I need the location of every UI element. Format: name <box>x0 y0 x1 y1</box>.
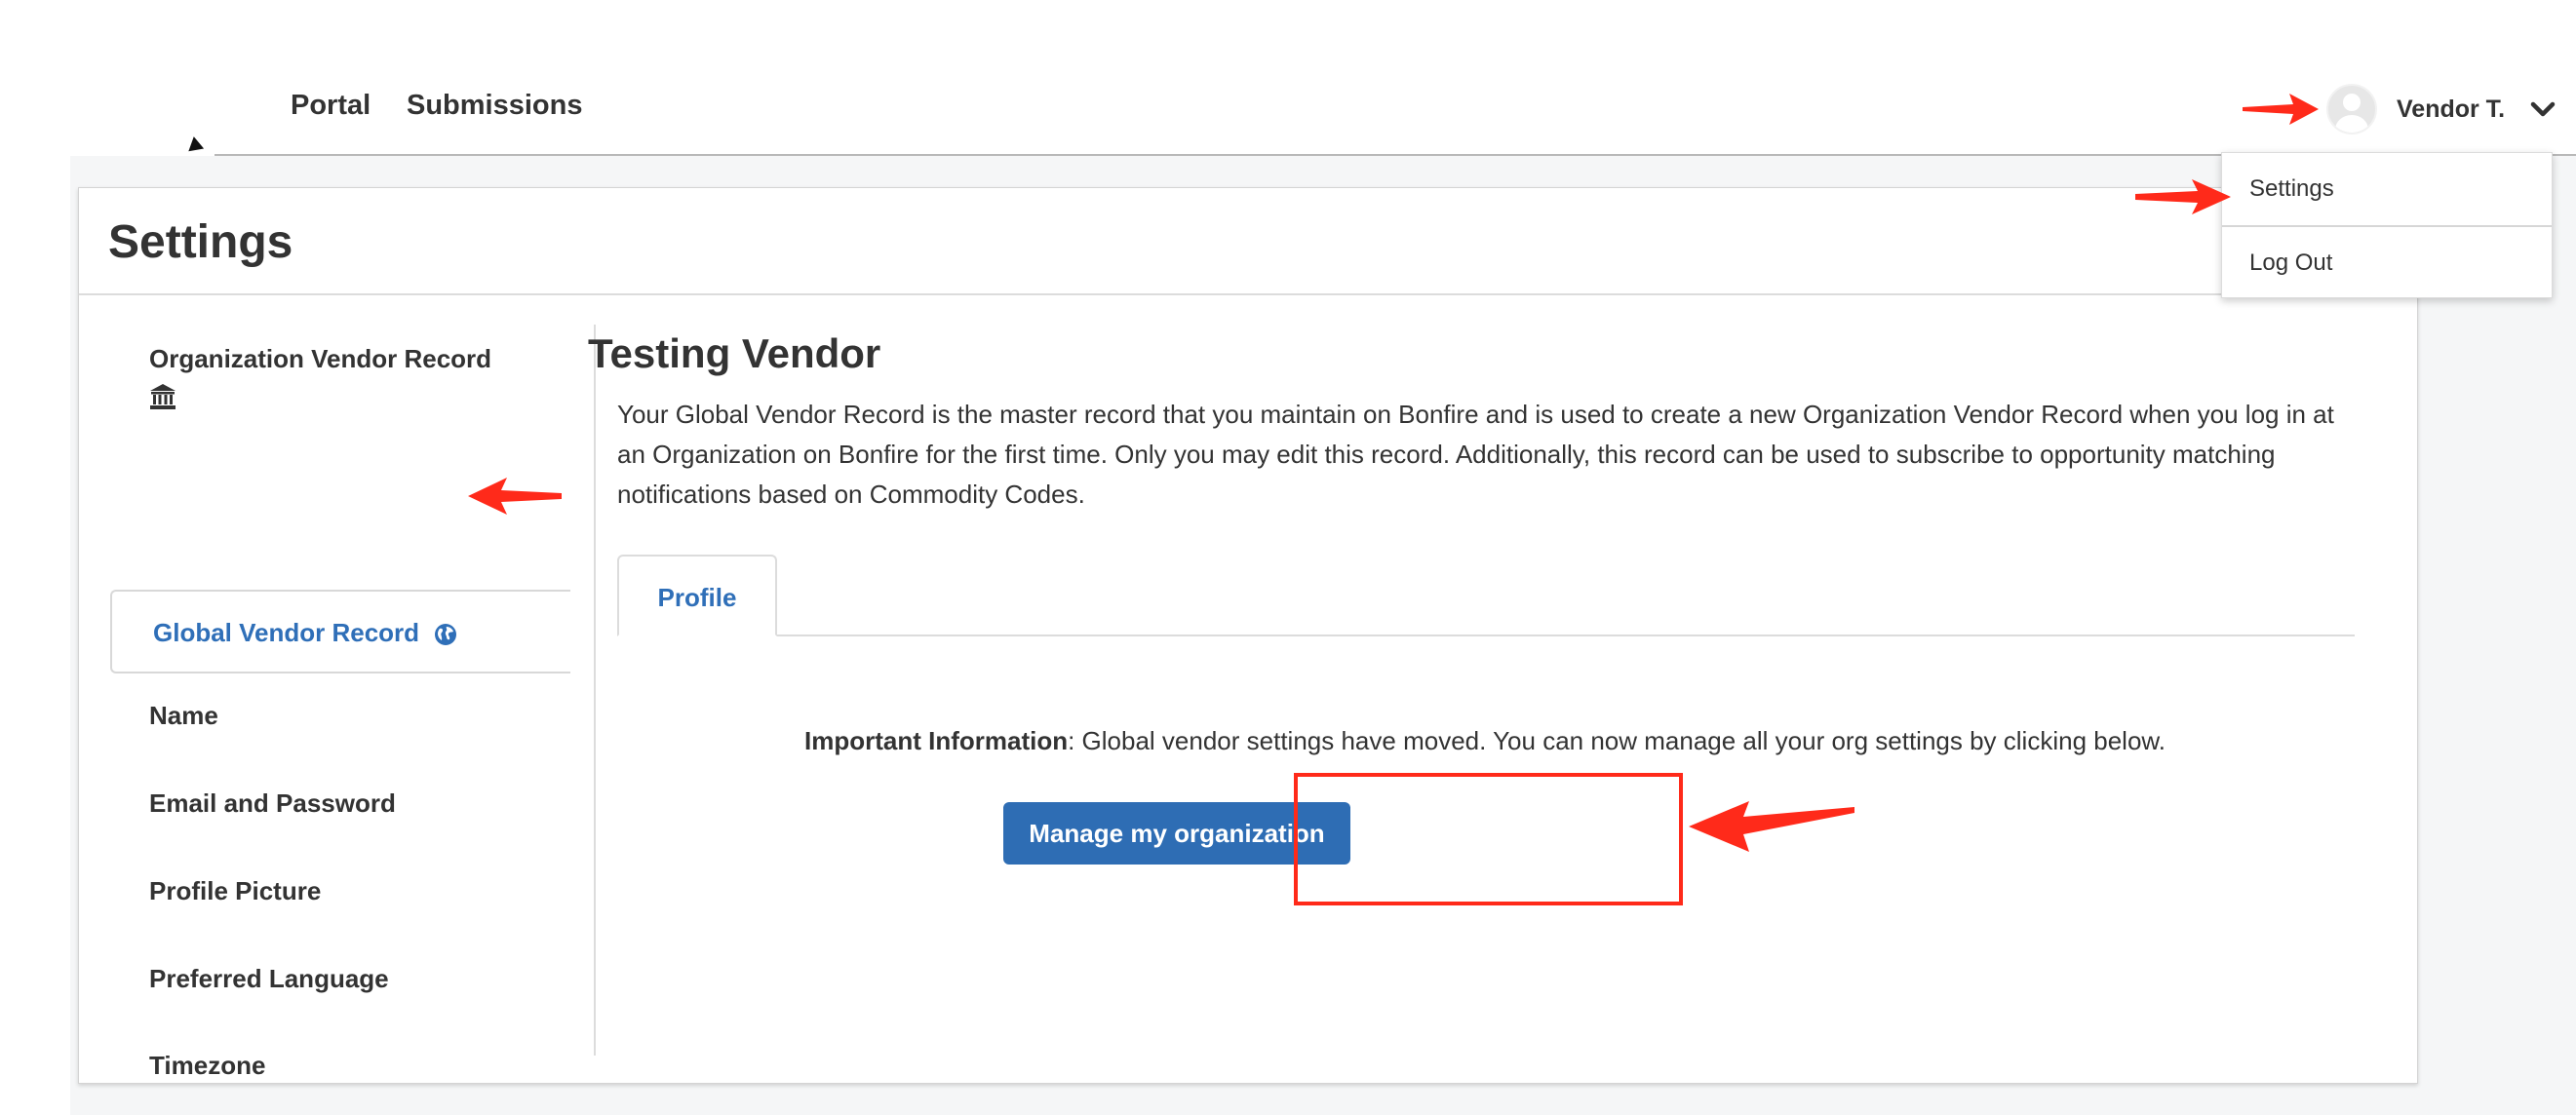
sidebar-item-profile-picture[interactable]: Profile Picture <box>108 876 596 906</box>
logo-mark <box>185 135 205 152</box>
sidebar-item-preferred-language[interactable]: Preferred Language <box>108 964 596 994</box>
settings-content: Testing Vendor Your Global Vendor Record… <box>588 325 2382 1065</box>
sidebar-item-organization-vendor-record[interactable]: Organization Vendor Record <box>108 338 596 410</box>
user-dropdown-menu: Settings Log Out <box>2221 152 2553 298</box>
record-description: Your Global Vendor Record is the master … <box>617 400 2334 509</box>
sidebar-item-timezone[interactable]: Timezone <box>108 1051 596 1081</box>
menu-item-settings[interactable]: Settings <box>2222 153 2552 225</box>
annotation-arrow-icon <box>1689 801 1854 852</box>
sidebar-item-global-vendor-record[interactable]: Global Vendor Record <box>110 590 570 673</box>
notice-text: : Global vendor settings have moved. You… <box>1068 726 2166 755</box>
sidebar-item-email-and-password[interactable]: Email and Password <box>108 788 596 819</box>
tab-profile[interactable]: Profile <box>617 555 777 636</box>
settings-card: Settings Organization Vendor Record Glob… <box>78 187 2418 1084</box>
nav-portal-link[interactable]: Portal <box>291 90 371 122</box>
menu-item-logout[interactable]: Log Out <box>2222 225 2552 297</box>
user-name: Vendor T. <box>2397 95 2506 123</box>
user-menu-toggle[interactable]: Vendor T. <box>2326 80 2557 138</box>
sidebar-item-label: Global Vendor Record <box>153 618 420 647</box>
important-notice: Important Information: Global vendor set… <box>588 726 2382 756</box>
annotation-highlight-box <box>1294 773 1683 905</box>
nav-submissions-link[interactable]: Submissions <box>407 90 583 122</box>
chevron-down-icon <box>2530 101 2556 117</box>
card-header: Settings <box>79 188 2417 295</box>
annotation-arrow-icon <box>2243 94 2319 125</box>
vendor-title: Testing Vendor <box>588 330 881 376</box>
globe-icon <box>435 624 457 646</box>
annotation-arrow-icon <box>468 478 562 515</box>
sidebar-item-name[interactable]: Name <box>108 701 596 731</box>
page-title: Settings <box>108 216 293 268</box>
sidebar-item-label: Organization Vendor Record <box>149 344 492 373</box>
avatar <box>2326 84 2377 135</box>
tab-bar: Profile <box>617 555 2355 636</box>
settings-sidebar: Organization Vendor Record Global Vendor… <box>108 325 596 1080</box>
bank-icon <box>150 384 176 409</box>
top-navbar: Portal Submissions Vendor T. <box>0 0 2576 175</box>
annotation-arrow-icon <box>2135 179 2231 214</box>
notice-heading: Important Information <box>804 726 1069 755</box>
